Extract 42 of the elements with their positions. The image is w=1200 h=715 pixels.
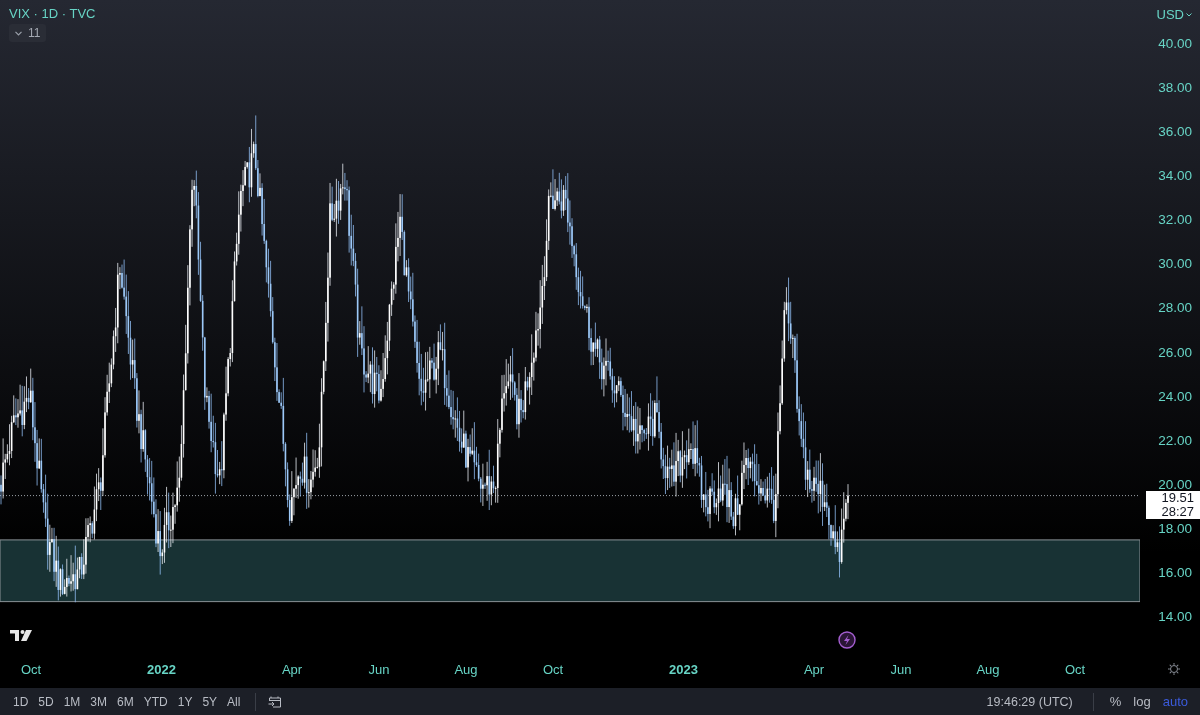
time-label: Oct (1064, 662, 1086, 677)
range-button[interactable]: YTD (140, 692, 171, 711)
price-tick: 16.00 (1158, 563, 1192, 582)
scale-toggle[interactable]: log (1129, 692, 1155, 711)
price-tick: 20.00 (1158, 475, 1192, 493)
range-button[interactable]: 6M (114, 692, 137, 711)
range-button[interactable]: All (224, 692, 244, 711)
price-tick: 38.00 (1158, 79, 1192, 98)
range-button[interactable]: 5Y (199, 692, 221, 711)
time-label: 2023 (669, 662, 698, 677)
price-tick: 14.00 (1158, 608, 1192, 627)
price-tick: 40.00 (1158, 35, 1192, 53)
clock-time: 19:46:29 (UTC) (986, 694, 1073, 709)
time-label: Jun (368, 662, 390, 677)
scale-toggle[interactable]: % (1105, 692, 1126, 711)
time-label: Oct (20, 662, 42, 677)
time-label: Apr (803, 662, 825, 677)
currency-selector[interactable]: USD (1156, 7, 1192, 22)
range-button[interactable]: 1D (10, 692, 32, 711)
price-tick: 36.00 (1158, 123, 1192, 142)
time-label: Aug (976, 662, 1000, 677)
time-label: Aug (454, 662, 478, 677)
price-tick: 32.00 (1158, 211, 1192, 230)
time-label: Apr (281, 662, 303, 677)
range-button[interactable]: 1M (60, 692, 84, 711)
last-price: 19.51 (1161, 490, 1194, 505)
price-tick: 28.00 (1158, 299, 1192, 318)
price-tick: 26.00 (1158, 343, 1192, 362)
price-tick: 18.00 (1158, 519, 1192, 538)
range-button[interactable]: 5D (35, 692, 57, 711)
range-button[interactable]: 1Y (174, 692, 196, 711)
time-label: Oct (542, 662, 564, 677)
time-label: 2022 (147, 662, 176, 677)
symbol-title[interactable]: VIX · 1D · TVC (9, 6, 96, 21)
time-label: Jun (890, 662, 912, 677)
price-tick: 34.00 (1158, 167, 1192, 186)
price-tick: 30.00 (1158, 255, 1192, 274)
range-button[interactable]: 3M (87, 692, 111, 711)
price-tick: 22.00 (1158, 431, 1192, 450)
price-tick: 24.00 (1158, 387, 1192, 406)
countdown: 28:27 (1161, 504, 1194, 519)
indicators-toggle[interactable]: 11 (9, 24, 47, 42)
